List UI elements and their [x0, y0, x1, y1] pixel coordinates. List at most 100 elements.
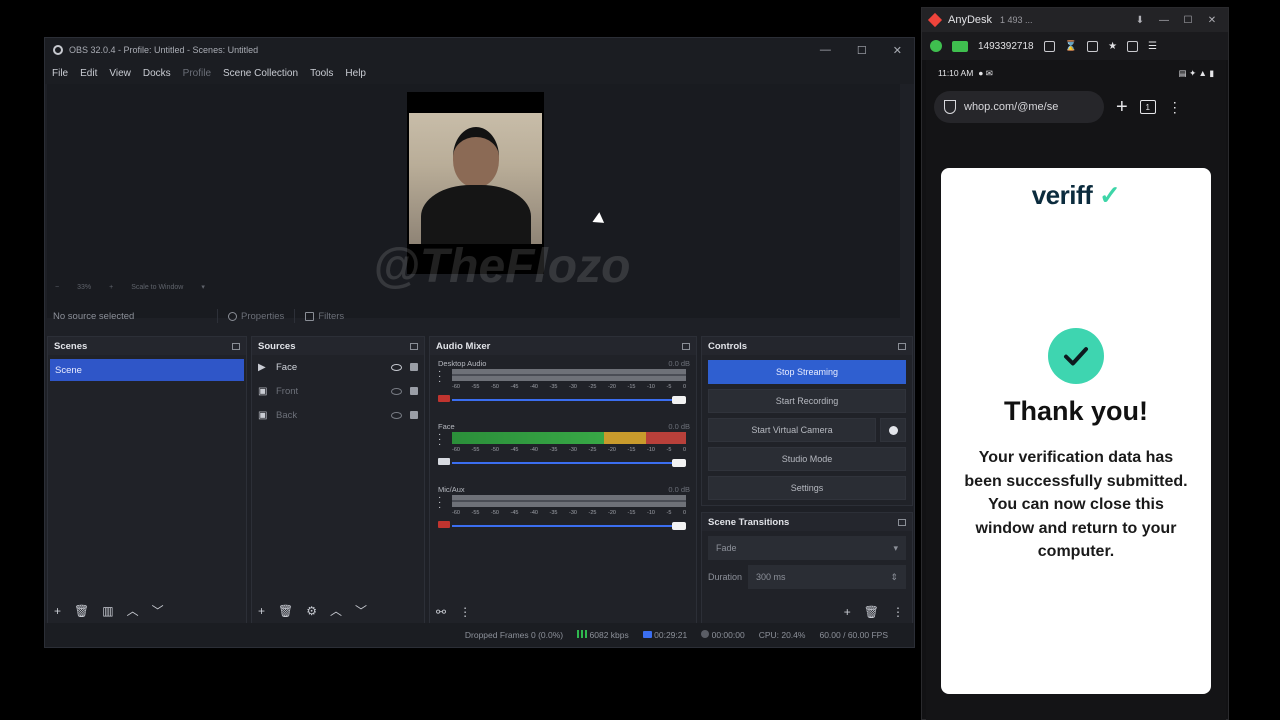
more-icon[interactable]: ⋮: [892, 605, 904, 619]
trash-icon[interactable]: 🗑: [278, 604, 293, 618]
trash-icon[interactable]: 🗑: [864, 605, 879, 619]
volume-meter: [452, 495, 686, 507]
lock-icon[interactable]: [410, 411, 418, 419]
more-icon[interactable]: · · ·: [438, 493, 441, 513]
stepper-icon[interactable]: ⇕: [890, 572, 898, 583]
eye-hidden-icon[interactable]: [391, 411, 402, 419]
slider-knob[interactable]: [672, 522, 686, 530]
menu-profile[interactable]: Profile: [183, 68, 211, 79]
keyboard-icon[interactable]: [1043, 40, 1055, 52]
chevron-down-icon[interactable]: ▾: [201, 283, 205, 291]
volume-slider[interactable]: [452, 522, 686, 530]
source-row-back[interactable]: ▣ Back: [252, 403, 424, 427]
eye-hidden-icon[interactable]: [391, 387, 402, 395]
download-icon[interactable]: ⬇: [1132, 15, 1148, 26]
minimize-icon[interactable]: —: [820, 44, 831, 57]
filter-icon[interactable]: ▥: [102, 604, 113, 618]
meter-tick-label: -30: [569, 384, 577, 390]
add-icon[interactable]: +: [258, 604, 265, 618]
confirmation-message: Your verification data has been successf…: [964, 449, 1188, 560]
tabs-button[interactable]: 1: [1139, 100, 1156, 114]
lock-icon[interactable]: [410, 387, 418, 395]
mixer-channel: Desktop Audio 0.0 dB · · · -60 -55 -50 -45 -40 -35…: [430, 355, 696, 418]
eye-icon[interactable]: [391, 363, 402, 371]
duration-input[interactable]: 300 ms ⇕: [748, 565, 906, 589]
meter-tick-label: -10: [647, 447, 655, 453]
speaker-icon[interactable]: [438, 521, 450, 528]
zoom-in-icon[interactable]: +: [109, 284, 113, 291]
meter-tick-label: -25: [588, 447, 597, 453]
monitor-icon[interactable]: [952, 40, 968, 52]
menu-view[interactable]: View: [109, 68, 131, 79]
popout-icon[interactable]: [232, 342, 240, 350]
slider-knob[interactable]: [672, 459, 686, 467]
camera-source[interactable]: [407, 92, 544, 274]
slider-knob[interactable]: [672, 396, 686, 404]
chevron-down-icon[interactable]: ﹀: [152, 602, 164, 619]
scale-mode[interactable]: Scale to Window: [131, 284, 183, 291]
popout-icon[interactable]: [898, 518, 906, 526]
url-bar[interactable]: whop.com/@me/se: [934, 91, 1104, 123]
link-icon[interactable]: ⚯: [436, 605, 446, 619]
person-body: [421, 185, 531, 244]
gear-icon: [888, 425, 898, 435]
properties-button[interactable]: Properties: [217, 309, 294, 323]
popout-icon[interactable]: [682, 342, 690, 350]
maximize-icon[interactable]: ☐: [857, 44, 867, 57]
menu-tools[interactable]: Tools: [310, 68, 333, 79]
more-icon[interactable]: · · ·: [438, 430, 441, 450]
speaker-icon[interactable]: [438, 395, 450, 402]
source-row-face[interactable]: ▶ Face: [252, 355, 424, 379]
session-tab[interactable]: 1 493 ...: [1000, 15, 1033, 25]
close-icon[interactable]: ✕: [1204, 15, 1220, 26]
hourglass-icon[interactable]: ⌛: [1065, 41, 1077, 52]
close-icon[interactable]: ✕: [893, 44, 902, 57]
minimize-icon[interactable]: —: [1156, 15, 1172, 26]
chevron-up-icon[interactable]: ︿: [330, 602, 342, 619]
add-icon[interactable]: +: [54, 604, 61, 618]
menu-file[interactable]: File: [52, 68, 68, 79]
fps-readout: 60.00 / 60.00 FPS: [819, 630, 888, 640]
menu-edit[interactable]: Edit: [80, 68, 97, 79]
more-icon[interactable]: · · ·: [438, 367, 441, 387]
popout-icon[interactable]: [898, 342, 906, 350]
webcam-frame: [409, 113, 542, 244]
image-icon: ▣: [258, 385, 268, 397]
scene-item[interactable]: Scene: [50, 359, 244, 381]
settings-button[interactable]: Settings: [708, 476, 906, 500]
menu-icon[interactable]: ☰: [1148, 41, 1157, 52]
lock-icon[interactable]: [410, 363, 418, 371]
filters-button[interactable]: Filters: [294, 309, 354, 323]
add-icon[interactable]: +: [844, 605, 851, 619]
chevron-up-icon[interactable]: ︿: [127, 602, 139, 619]
virtual-camera-settings-button[interactable]: [880, 418, 906, 442]
start-virtual-camera-button[interactable]: Start Virtual Camera: [708, 418, 876, 442]
volume-slider[interactable]: [452, 459, 686, 467]
meter-tick-label: -20: [608, 510, 616, 516]
popout-icon[interactable]: [410, 342, 418, 350]
volume-slider[interactable]: [452, 396, 686, 404]
studio-mode-button[interactable]: Studio Mode: [708, 447, 906, 471]
chevron-down-icon[interactable]: ﹀: [355, 602, 367, 619]
gear-icon[interactable]: ⚙: [306, 604, 317, 618]
start-recording-button[interactable]: Start Recording: [708, 389, 906, 413]
speaker-icon[interactable]: [438, 458, 450, 465]
transition-select[interactable]: Fade ▾: [708, 536, 906, 560]
controls-dock: Controls Stop Streaming Start Recording …: [701, 336, 913, 506]
menu-docks[interactable]: Docks: [143, 68, 171, 79]
switch-icon[interactable]: [1127, 40, 1139, 52]
more-icon[interactable]: ⋮: [459, 605, 471, 619]
star-icon[interactable]: ★: [1108, 41, 1117, 52]
maximize-icon[interactable]: ☐: [1180, 15, 1196, 26]
source-name: Front: [276, 385, 299, 397]
menu-scene-collection[interactable]: Scene Collection: [223, 68, 298, 79]
trash-icon[interactable]: 🗑: [74, 604, 89, 618]
zoom-out-icon[interactable]: −: [55, 284, 59, 291]
menu-help[interactable]: Help: [345, 68, 366, 79]
source-row-front[interactable]: ▣ Front: [252, 379, 424, 403]
stop-streaming-button[interactable]: Stop Streaming: [708, 360, 906, 384]
file-icon[interactable]: [1087, 40, 1099, 52]
new-tab-icon[interactable]: +: [1116, 96, 1128, 119]
status-bar: Dropped Frames 0 (0.0%) 6082 kbps 00:29:…: [45, 623, 914, 647]
more-icon[interactable]: ⋮: [1168, 99, 1182, 116]
